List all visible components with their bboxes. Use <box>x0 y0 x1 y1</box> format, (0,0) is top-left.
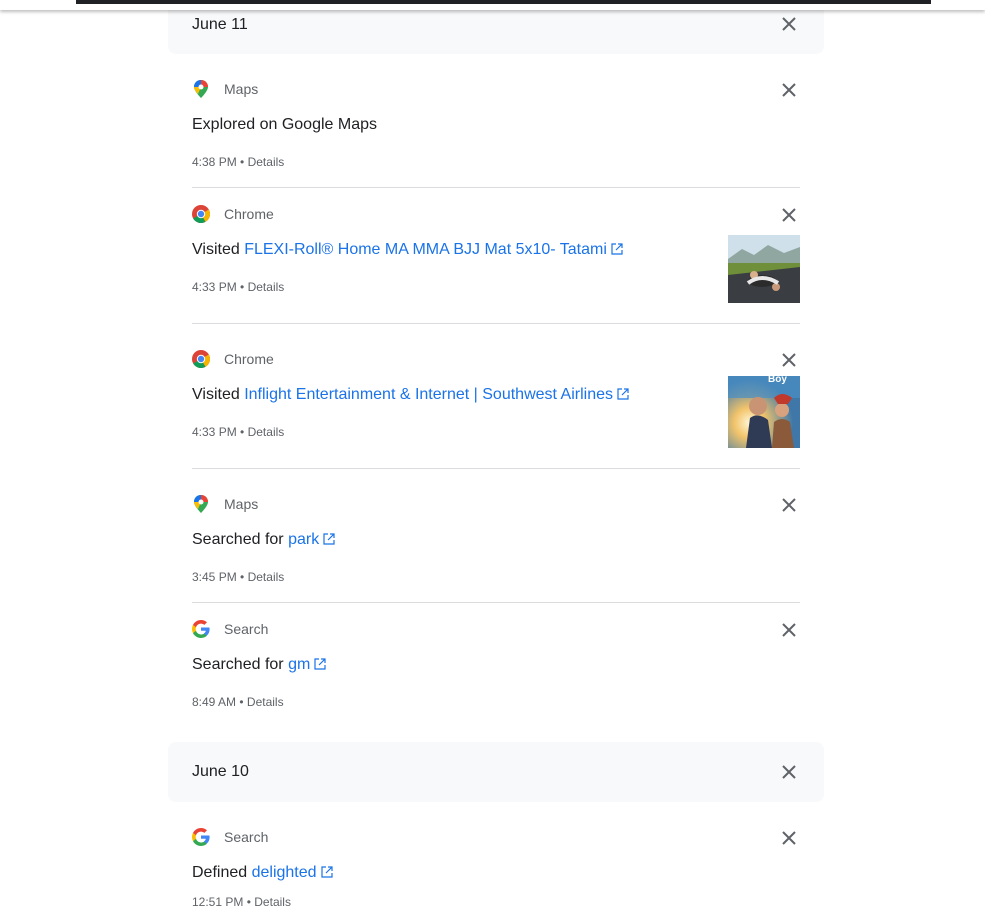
product-name: Chrome <box>224 351 274 367</box>
activity-prefix: Searched for <box>192 531 289 548</box>
activity-item: Search Defined delighted 12:51 PM • Deta… <box>192 811 801 909</box>
thumbnail-caption: Boy <box>768 376 787 385</box>
close-icon <box>782 831 796 845</box>
details-link[interactable]: Details <box>248 425 285 439</box>
activity-meta: 4:33 PM • Details <box>192 280 284 294</box>
close-icon <box>782 623 796 637</box>
activity-prefix: Visited <box>192 241 245 258</box>
activity-prefix: Searched for <box>192 656 289 673</box>
close-icon <box>782 208 796 222</box>
product-name: Search <box>224 829 269 845</box>
delete-item-button[interactable] <box>777 826 801 850</box>
close-icon <box>782 83 796 97</box>
day-header-june-10: June 10 <box>168 742 824 802</box>
separator: • <box>240 570 245 584</box>
close-icon <box>782 765 796 779</box>
activity-prefix: Visited <box>192 386 245 403</box>
separator: • <box>240 280 245 294</box>
activity-time: 4:38 PM <box>192 155 237 169</box>
activity-link[interactable]: Inflight Entertainment & Internet | Sout… <box>244 386 613 403</box>
activity-item: Chrome Visited Inflight Entertainment & … <box>192 333 800 469</box>
activity-title: Searched for gm <box>192 656 326 674</box>
activity-meta: 3:45 PM • Details <box>192 570 284 584</box>
activity-text: Explored on Google Maps <box>192 116 377 133</box>
activity-title: Visited FLEXI-Roll® Home MA MMA BJJ Mat … <box>192 241 623 259</box>
product-name: Maps <box>224 81 259 97</box>
details-link[interactable]: Details <box>248 280 285 294</box>
google-g-icon <box>192 620 210 638</box>
activity-link[interactable]: park <box>288 531 319 548</box>
activity-link[interactable]: FLEXI-Roll® Home MA MMA BJJ Mat 5x10- Ta… <box>244 241 607 258</box>
activity-item: Search Searched for gm 8:49 AM • Details <box>192 603 800 728</box>
activity-link[interactable]: delighted <box>252 864 317 881</box>
separator: • <box>240 155 245 169</box>
separator: • <box>246 895 251 909</box>
top-bar-strip <box>76 0 931 4</box>
activity-title: Defined delighted <box>192 864 333 882</box>
chrome-icon <box>192 205 210 223</box>
thumbnail-image[interactable] <box>728 235 800 303</box>
thumbnail-image[interactable]: Boy <box>728 376 800 448</box>
delete-item-button[interactable] <box>777 493 801 517</box>
separator: • <box>240 425 245 439</box>
activity-time: 4:33 PM <box>192 425 237 439</box>
divider <box>192 323 800 324</box>
activity-meta: 4:38 PM • Details <box>192 155 284 169</box>
activity-item: Maps Searched for park 3:45 PM • Details <box>192 478 800 603</box>
delete-day-button[interactable] <box>777 12 801 36</box>
activity-prefix: Defined <box>192 864 252 881</box>
open-in-new-icon[interactable] <box>314 658 326 670</box>
maps-pin-icon <box>192 80 210 98</box>
open-in-new-icon[interactable] <box>323 533 335 545</box>
divider <box>192 468 800 469</box>
activity-meta: 12:51 PM • Details <box>192 895 291 909</box>
google-g-icon <box>192 828 210 846</box>
open-in-new-icon[interactable] <box>617 388 629 400</box>
delete-item-button[interactable] <box>777 78 801 102</box>
activity-title: Searched for park <box>192 531 335 549</box>
activity-link[interactable]: gm <box>288 656 310 673</box>
day-title: June 10 <box>192 763 249 780</box>
open-in-new-icon[interactable] <box>320 866 333 878</box>
day-title: June 11 <box>192 16 248 33</box>
details-link[interactable]: Details <box>247 695 284 709</box>
activity-meta: 8:49 AM • Details <box>192 695 284 709</box>
details-link[interactable]: Details <box>248 155 285 169</box>
top-bar <box>0 0 985 10</box>
activity-meta: 4:33 PM • Details <box>192 425 284 439</box>
activity-item: Maps Explored on Google Maps 4:38 PM • D… <box>192 63 800 188</box>
product-name: Maps <box>224 496 259 512</box>
activity-time: 12:51 PM <box>192 895 244 909</box>
delete-item-button[interactable] <box>777 203 801 227</box>
activity-item: Chrome Visited FLEXI-Roll® Home MA MMA B… <box>192 188 800 324</box>
maps-pin-icon <box>192 495 210 513</box>
details-link[interactable]: Details <box>254 895 291 909</box>
close-icon <box>782 498 796 512</box>
details-link[interactable]: Details <box>248 570 285 584</box>
chrome-icon <box>192 350 210 368</box>
activity-time: 3:45 PM <box>192 570 237 584</box>
delete-item-button[interactable] <box>777 618 801 642</box>
close-icon <box>782 353 796 367</box>
open-in-new-icon[interactable] <box>611 243 623 255</box>
product-name: Chrome <box>224 206 274 222</box>
activity-time: 8:49 AM <box>192 695 237 709</box>
delete-day-button[interactable] <box>777 760 801 784</box>
product-name: Search <box>224 621 269 637</box>
delete-item-button[interactable] <box>777 348 801 372</box>
activity-time: 4:33 PM <box>192 280 237 294</box>
activity-title: Explored on Google Maps <box>192 116 377 134</box>
activity-title: Visited Inflight Entertainment & Interne… <box>192 386 629 404</box>
separator: • <box>239 695 244 709</box>
close-icon <box>782 17 796 31</box>
